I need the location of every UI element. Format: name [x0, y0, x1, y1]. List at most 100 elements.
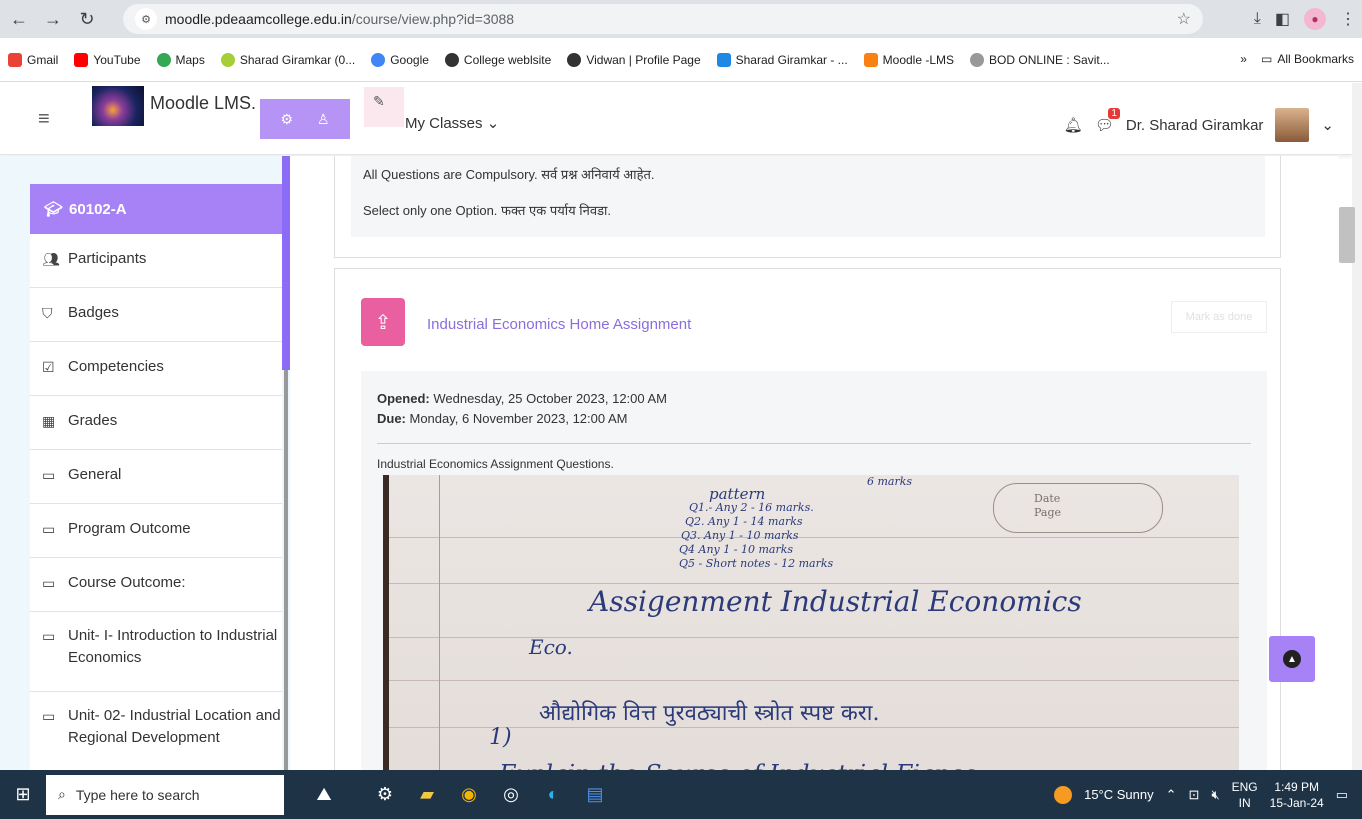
user-name[interactable]: Dr. Sharad Giramkar [1126, 117, 1264, 134]
url-domain: moodle.pdeaamcollege.edu.in [165, 11, 352, 27]
site-logo[interactable] [92, 86, 144, 126]
emblem-icon [970, 52, 985, 67]
assignment-card: ⇪ Industrial Economics Home Assignment M… [334, 268, 1281, 770]
google-icon [371, 52, 386, 67]
forward-arrow-icon[interactable]: → [40, 6, 66, 32]
moodle-navbar: ≡ Moodle LMS. ⚙ ♙ ✎ My Classes ⌄ 🔔︎ 💬︎ 1 … [0, 83, 1352, 155]
file-explorer-icon[interactable]: ▰ [406, 770, 448, 819]
back-to-top-button[interactable]: ▲ [1269, 636, 1315, 682]
clock[interactable]: 1:49 PM 15-Jan-24 [1270, 779, 1324, 811]
divider [377, 443, 1251, 444]
widget-landscape-icon[interactable]: ⛰ [284, 770, 364, 819]
sidebar-item-general[interactable]: ▭ General [30, 450, 282, 504]
sidebar-scroll-track[interactable] [284, 370, 288, 770]
nav-tools-group: ⚙ ♙ [260, 99, 350, 139]
site-info-icon[interactable]: ⚙ [135, 8, 157, 30]
bookmark-sharad-orcid[interactable]: Sharad Giramkar (0... [220, 52, 355, 67]
user-avatar[interactable] [1275, 108, 1310, 142]
graduation-cap-icon: 🎓︎ [44, 201, 64, 218]
search-icon: ⌕ [58, 786, 66, 802]
folder-icon: ▭ [42, 708, 56, 724]
windows-start-icon[interactable]: ⊞ [0, 770, 46, 819]
reload-icon[interactable]: ↻ [74, 6, 100, 32]
address-bar[interactable]: ⚙ moodle.pdeaamcollege.edu.in/course/vie… [123, 4, 1203, 34]
assignment-title-link[interactable]: Industrial Economics Home Assignment [427, 316, 691, 333]
page-scrollbar-track[interactable] [1352, 83, 1362, 770]
more-bookmarks-button[interactable]: » [1240, 52, 1247, 66]
hamburger-menu-icon[interactable]: ≡ [38, 108, 50, 131]
notifications-icon[interactable]: ▭ [1336, 787, 1348, 803]
chrome-icon[interactable]: ◉ [448, 770, 490, 819]
weather-text[interactable]: 15°C Sunny [1084, 787, 1154, 802]
word-icon[interactable]: ▤ [574, 770, 616, 819]
sidebar-item-unit-2[interactable]: ▭ Unit- 02- Industrial Location and Regio… [30, 692, 282, 770]
bookmark-sharad-2[interactable]: Sharad Giramkar - ... [716, 52, 848, 67]
due-label: Due: [377, 411, 406, 426]
edit-mode-icon[interactable]: ✎ [364, 87, 404, 127]
globe-icon [567, 52, 582, 67]
checkbox-icon: ☑ [42, 359, 55, 375]
url-path: /course/view.php?id=3088 [351, 11, 515, 27]
instructions-card: All Questions are Compulsory. सर्व प्रश्… [334, 156, 1281, 258]
sidebar-item-grades[interactable]: ▦ Grades [30, 396, 282, 450]
assignment-dates: Opened: Wednesday, 25 October 2023, 12:0… [377, 389, 667, 429]
sidebar-item-course[interactable]: 🎓︎ 60102-A [30, 184, 282, 234]
settings-gear-icon[interactable]: ⚙ [364, 770, 406, 819]
language-indicator[interactable]: ENG IN [1232, 779, 1258, 811]
back-arrow-icon[interactable]: ← [6, 6, 32, 32]
bookmark-youtube[interactable]: YouTube [74, 52, 141, 67]
bookmark-moodle[interactable]: Moodle -LMS [863, 52, 954, 67]
side-panel-icon[interactable]: ◧ [1275, 9, 1290, 29]
site-name[interactable]: Moodle LMS. [150, 93, 256, 114]
bookmark-vidwan[interactable]: Vidwan | Profile Page [567, 52, 701, 67]
chevron-down-icon[interactable]: ⌄ [1321, 116, 1334, 134]
folder-icon: ▭ [1260, 52, 1273, 66]
sidebar-item-competencies[interactable]: ☑ Competencies [30, 342, 282, 396]
page-scrollbar-thumb[interactable] [1339, 207, 1355, 263]
sidebar-item-badges[interactable]: ⛉ Badges [30, 288, 282, 342]
bookmark-bod-online[interactable]: BOD ONLINE : Savit... [970, 52, 1110, 67]
my-classes-menu[interactable]: My Classes ⌄ [405, 114, 499, 132]
handwritten-q4: Q4 Any 1 - 10 marks [679, 543, 794, 556]
taskbar-search-input[interactable]: ⌕ Type here to search [46, 774, 284, 815]
profile-avatar-icon[interactable]: ● [1304, 8, 1326, 30]
handwritten-q2: Q2. Any 1 - 14 marks [685, 515, 803, 528]
system-tray: 15°C Sunny ⌃ ⊡ 🔇︎ ENG IN 1:49 PM 15-Jan-24… [1054, 770, 1348, 819]
sidebar-item-unit-1[interactable]: ▭ Unit- I- Introduction to Industrial Eco… [30, 612, 282, 692]
weather-sun-icon[interactable] [1054, 785, 1073, 804]
cogs-icon[interactable]: ⚙ [280, 111, 293, 128]
network-icon[interactable]: ⊡ [1189, 787, 1200, 803]
browser-toolbar: ← → ↻ ⚙ moodle.pdeaamcollege.edu.in/cour… [0, 0, 1362, 38]
date-page-stamp: Date Page [993, 483, 1163, 533]
bookmark-maps[interactable]: Maps [156, 52, 205, 67]
bookmark-google[interactable]: Google [371, 52, 429, 67]
folder-icon: ▭ [42, 521, 56, 537]
edge-icon[interactable]: ◐ [532, 770, 574, 819]
app-circle-icon[interactable]: ◎ [490, 770, 532, 819]
sidebar-item-participants[interactable]: 👥︎ Participants [30, 234, 282, 288]
windows-taskbar: ⊞ ⌕ Type here to search ⛰ ⚙ ▰ ◉ ◎ ◐ ▤ 15°… [0, 770, 1362, 819]
handwritten-q5: Q5 - Short notes - 12 marks [679, 557, 834, 570]
chevron-up-icon[interactable]: ⌃ [1166, 787, 1177, 803]
bookmark-gmail[interactable]: Gmail [8, 52, 58, 67]
handwritten-top-note: 6 marks [867, 475, 913, 488]
volume-muted-icon[interactable]: 🔇︎ [1211, 787, 1219, 803]
assignment-upload-icon[interactable]: ⇪ [361, 298, 405, 346]
sidebar-item-course-outcome[interactable]: ▭ Course Outcome: [30, 558, 282, 612]
maps-pin-icon [156, 52, 171, 67]
sidebar-item-program-outcome[interactable]: ▭ Program Outcome [30, 504, 282, 558]
bell-icon[interactable]: 🔔︎ [1064, 116, 1083, 134]
all-bookmarks-button[interactable]: ▭ All Bookmarks [1261, 52, 1354, 66]
messages-icon[interactable]: 💬︎ 1 [1095, 108, 1120, 134]
sidebar-scroll-thumb[interactable] [282, 156, 290, 370]
bookmark-star-icon[interactable]: ☆ [1177, 9, 1191, 29]
moodle-icon [863, 52, 878, 67]
download-icon[interactable]: ⤓ [1254, 10, 1261, 28]
menu-kebab-icon[interactable]: ⋮ [1340, 9, 1356, 29]
mark-as-done-button[interactable]: Mark as done [1171, 301, 1267, 333]
sitemap-icon[interactable]: ♙ [317, 111, 330, 128]
handwritten-questions-image: Date Page 6 marks pattern Q1.- Any 2 - 16… [383, 475, 1239, 770]
assignment-details: Opened: Wednesday, 25 October 2023, 12:0… [361, 371, 1267, 770]
notebook-rule [389, 583, 1239, 584]
bookmark-college-website[interactable]: College weblsite [444, 52, 551, 67]
